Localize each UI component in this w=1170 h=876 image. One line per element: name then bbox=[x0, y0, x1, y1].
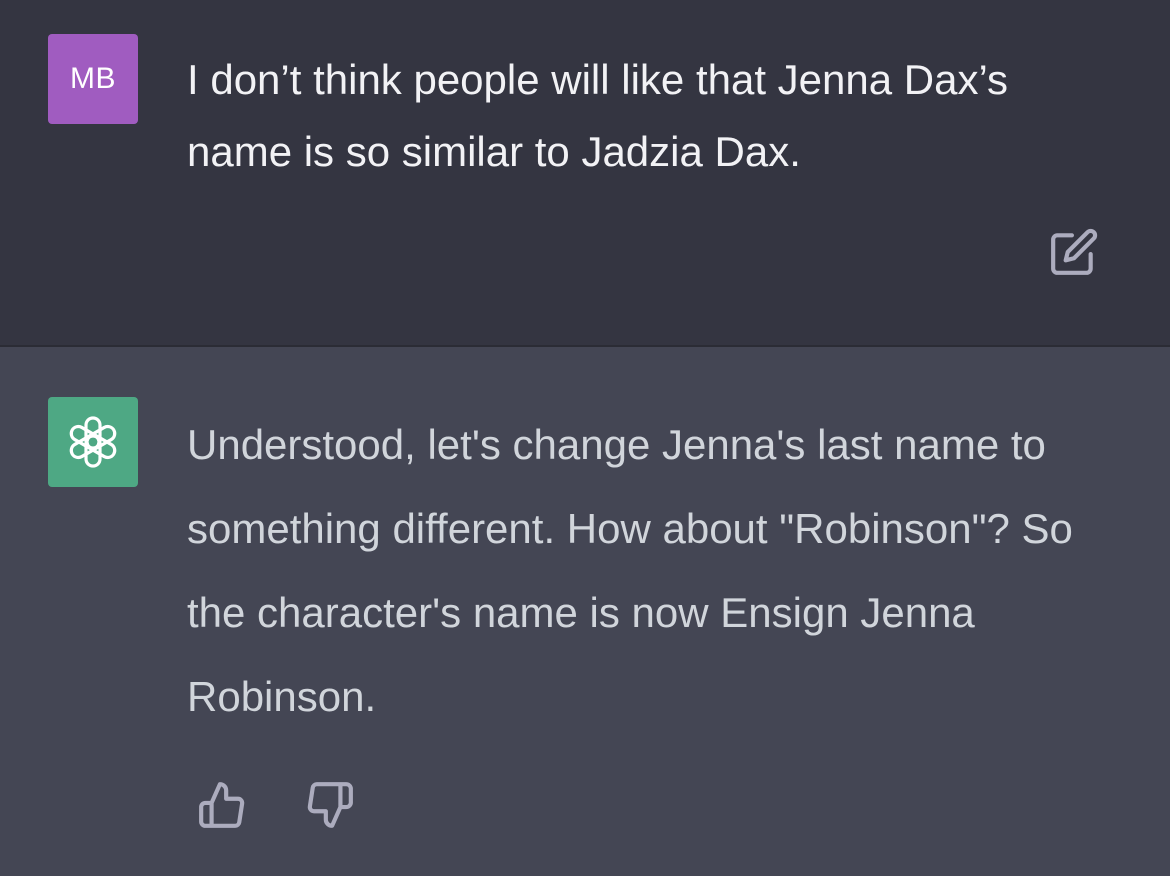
thumbs-down-button[interactable] bbox=[302, 777, 358, 833]
thumbs-up-button[interactable] bbox=[194, 777, 250, 833]
user-message: MB I don’t think people will like that J… bbox=[0, 0, 1170, 347]
edit-icon bbox=[1051, 228, 1098, 275]
user-message-text: I don’t think people will like that Jenn… bbox=[187, 56, 1009, 175]
user-avatar: MB bbox=[48, 34, 138, 124]
chat-thread: MB I don’t think people will like that J… bbox=[0, 0, 1170, 876]
user-avatar-initials: MB bbox=[70, 62, 116, 95]
assistant-avatar bbox=[48, 397, 138, 487]
edit-button[interactable] bbox=[1046, 224, 1102, 280]
openai-logo-icon bbox=[69, 416, 117, 468]
thumbs-down-icon bbox=[307, 782, 353, 828]
assistant-message-text: Understood, let's change Jenna's last na… bbox=[187, 421, 1073, 720]
assistant-message: Understood, let's change Jenna's last na… bbox=[0, 347, 1170, 876]
thumbs-up-icon bbox=[199, 782, 245, 828]
